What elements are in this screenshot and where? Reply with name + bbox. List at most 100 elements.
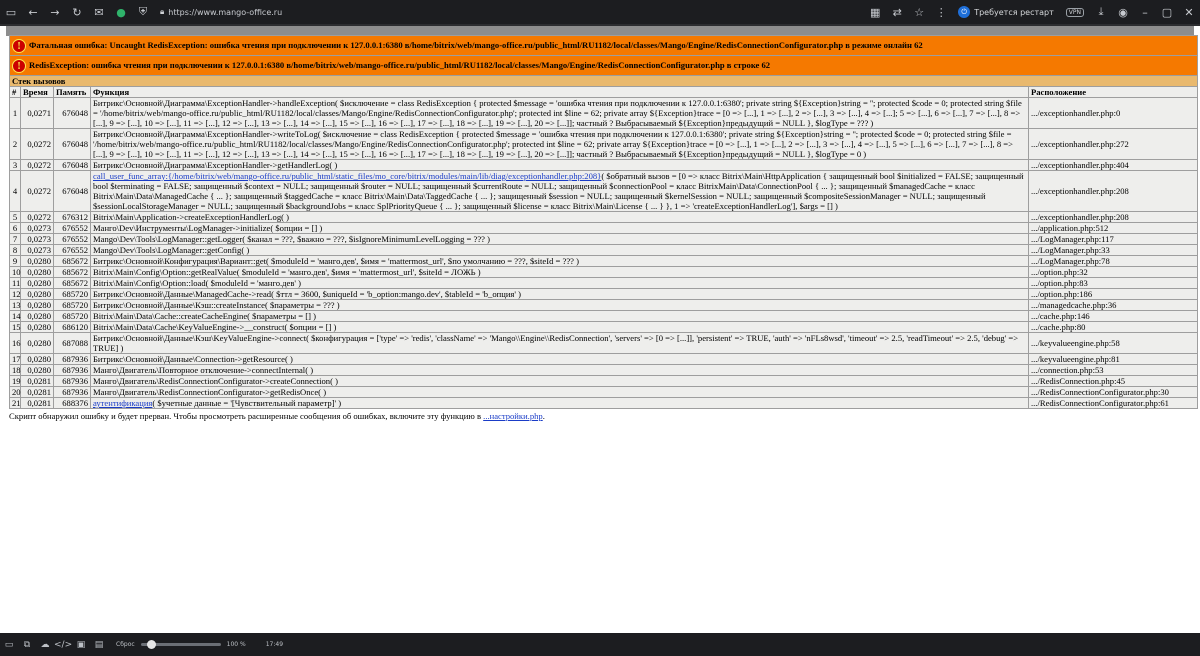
settings-link[interactable]: ...настройки.php [483, 411, 543, 421]
translate-icon[interactable]: ⇄ [886, 0, 908, 24]
cloud-icon[interactable]: ☁ [36, 640, 54, 650]
url-text: https://www.mango-office.ru [168, 7, 283, 17]
stack-memory: 685720 [53, 310, 91, 322]
stack-num: 7 [9, 233, 21, 245]
stack-memory: 676552 [53, 244, 91, 256]
stack-function: аутентификация( $учетные данные = '[Чувс… [90, 397, 1029, 409]
zoom-level: 100 % [226, 641, 246, 648]
stack-function: Bitrix\Main\Data\Cache\KeyValueEngine->_… [90, 321, 1029, 333]
extension-icon[interactable]: ● [110, 0, 132, 24]
stack-time: 0,0272 [20, 159, 54, 171]
lock-icon: 🔒︎ [160, 7, 165, 16]
stack-num: 10 [9, 266, 21, 278]
stack-function-text: Битрикс\Основной\Диаграмма\ExceptionHand… [93, 98, 1022, 128]
stack-memory: 687088 [53, 332, 91, 354]
capture-icon[interactable]: ⧉ [18, 640, 36, 650]
minimize-icon[interactable]: – [1134, 0, 1156, 24]
stack-memory: 676048 [53, 128, 91, 160]
stack-function-text: ( $учетные данные = '[Чувствительный пар… [152, 398, 342, 408]
stack-row: 11 0,0280 685672 Bitrix\Main\Config\Option:… [9, 277, 1199, 289]
vpn-badge[interactable]: VPN [1065, 7, 1084, 17]
stack-num: 5 [9, 211, 21, 223]
profile-icon[interactable]: ◉ [1112, 0, 1134, 24]
col-function: Функция [90, 86, 1029, 98]
sidebar-toggle-icon[interactable]: ▭ [0, 0, 22, 24]
tiles-icon[interactable]: ▤ [90, 640, 108, 650]
stack-num: 11 [9, 277, 21, 289]
stack-num: 9 [9, 255, 21, 267]
code-icon[interactable]: </> [54, 640, 72, 650]
back-icon[interactable]: ← [22, 0, 44, 24]
stack-function-text: Битрикс\Основной\Диаграмма\ExceptionHand… [93, 160, 338, 170]
xdebug-error: ! Фатальная ошибка: Uncaught RedisExcepti… [8, 35, 1199, 421]
browser-toolbar: ▭ ← → ↻ ✉ ● ⛨ 🔒︎ https://www.mango-offic… [0, 0, 1200, 24]
stack-function: Битрикс\Основной\Диаграмма\ExceptionHand… [90, 128, 1029, 160]
stack-row: 7 0,0273 676552 Mango\Dev\Tools\LogManager:… [9, 233, 1199, 245]
stack-time: 0,0272 [20, 211, 54, 223]
zoom-knob[interactable] [146, 640, 156, 649]
stack-memory: 687936 [53, 364, 91, 376]
stack-function-text: Bitrix\Main\Data\Cache::createCacheEngin… [93, 311, 317, 321]
fatal-error-header: ! Фатальная ошибка: Uncaught RedisExcepti… [8, 35, 1199, 56]
stack-time: 0,0273 [20, 233, 54, 245]
update-button[interactable]: ⏻ Требуется рестарт [958, 6, 1054, 18]
bookmark-icon[interactable]: ☆ [908, 0, 930, 24]
download-icon[interactable]: ⤓ [1090, 0, 1112, 24]
zoom-slider[interactable] [140, 640, 221, 649]
stack-time: 0,0281 [20, 375, 54, 387]
stack-function-text: Bitrix\Main\Data\Cache\KeyValueEngine->_… [93, 322, 337, 332]
exception-text: RedisException: ошибка чтения при подклю… [29, 59, 771, 70]
forward-icon[interactable]: → [44, 0, 66, 24]
vpn-shield-icon[interactable]: ⛨ [132, 0, 154, 24]
stack-row: 10 0,0280 685672 Bitrix\Main\Config\Option:… [9, 266, 1199, 278]
close-icon[interactable]: ✕ [1178, 0, 1200, 24]
stack-memory: 685672 [53, 255, 91, 267]
stack-function: Битрикс\Основной\Данные\Кэш\KeyValueEngi… [90, 332, 1029, 354]
stack-num: 2 [9, 128, 21, 160]
reload-icon[interactable]: ↻ [66, 0, 88, 24]
stack-function: Битрикс\Основной\Данные\Кэш::createInsta… [90, 299, 1029, 311]
address-bar[interactable]: 🔒︎ https://www.mango-office.ru [160, 3, 282, 21]
stack-function: Bitrix\Main\Config\Option::getRealValue(… [90, 266, 1029, 278]
stack-num: 4 [9, 170, 21, 212]
mail-icon[interactable]: ✉ [88, 0, 110, 24]
stack-memory: 688376 [53, 397, 91, 409]
stack-location: .../keyvalueengine.php:81 [1027, 353, 1199, 365]
stack-num: 8 [9, 244, 21, 256]
right-toolbar: ▦ ⇄ ☆ ⋮ ⏻ Требуется рестарт VPN ⤓ ◉ – ▢ … [864, 0, 1200, 24]
stack-time: 0,0280 [20, 364, 54, 376]
maximize-icon[interactable]: ▢ [1156, 0, 1178, 24]
stack-function: Манго\Двигатель\Повторное отключение->co… [90, 364, 1029, 376]
image-icon[interactable]: ▣ [72, 640, 90, 650]
qr-icon[interactable]: ▦ [864, 0, 886, 24]
stack-memory: 676312 [53, 211, 91, 223]
col-time: Время [20, 86, 54, 98]
stack-function-link[interactable]: аутентификация [93, 398, 152, 408]
menu-icon[interactable]: ⋮ [930, 0, 952, 24]
stack-row: 21 0,0281 688376 аутентификация( $учетные д… [9, 397, 1199, 409]
stack-memory: 676048 [53, 170, 91, 212]
stack-function: call_user_func_array:{/home/bitrix/web/m… [90, 170, 1029, 212]
stack-function: Битрикс\Основной\Диаграмма\ExceptionHand… [90, 97, 1029, 129]
stack-memory: 686120 [53, 321, 91, 333]
reset-button[interactable]: Сброс [116, 641, 135, 648]
stack-row: 6 0,0273 676552 Манго\Dev\Инструменты\LogMa… [9, 222, 1199, 234]
stack-location: .../option.php:83 [1027, 277, 1199, 289]
stack-row: 18 0,0280 687936 Манго\Двигатель\Повторное … [9, 364, 1199, 376]
stack-row: 19 0,0281 687936 Манго\Двигатель\RedisConne… [9, 375, 1199, 387]
stack-row: 16 0,0280 687088 Битрикс\Основной\Данные\Кэ… [9, 332, 1199, 354]
stack-location: .../managedcache.php:36 [1027, 299, 1199, 311]
error-icon: ! [12, 38, 26, 53]
stack-function-text: Bitrix\Main\Config\Option::load( $module… [93, 278, 301, 288]
panel-icon[interactable]: ▭ [0, 640, 18, 650]
stack-location: .../LogManager.php:117 [1027, 233, 1199, 245]
stack-function-link[interactable]: call_user_func_array:{/home/bitrix/web/m… [93, 171, 601, 181]
stack-num: 15 [9, 321, 21, 333]
stack-memory: 676048 [53, 97, 91, 129]
stack-function: Манго\Двигатель\RedisConnectionConfigura… [90, 375, 1029, 387]
stack-function-text: Битрикс\Основной\Конфигурация\Вариант::g… [93, 256, 579, 266]
error-note: Скрипт обнаружил ошибку и будет прерван.… [9, 411, 1199, 421]
browser-statusbar: ▭ ⧉ ☁ </> ▣ ▤ Сброс 100 % 17:49 [0, 633, 1200, 656]
stack-time: 0,0280 [20, 288, 54, 300]
stack-function: Битрикс\Основной\Данные\Connection->getR… [90, 353, 1029, 365]
